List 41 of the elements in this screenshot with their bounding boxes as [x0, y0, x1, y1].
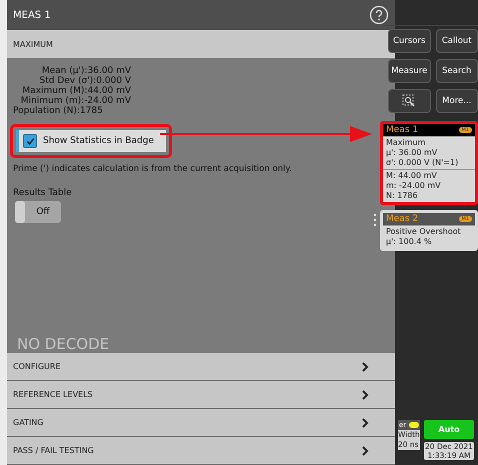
badge-value: Maximum [386, 138, 426, 148]
section-row[interactable]: CONFIGURE [7, 353, 395, 381]
toolbar-button[interactable]: Search [436, 59, 478, 83]
chevron-icon [361, 418, 369, 428]
badge-value: N: 1786 [386, 191, 419, 201]
statistic-text: Minimum (m):-24.00 mV [20, 96, 131, 106]
section-row[interactable]: GATING [7, 409, 395, 437]
zoom-button[interactable] [388, 89, 430, 113]
statistic-text: Std Dev (σ'):0.000 V [38, 76, 131, 86]
checkbox-icon[interactable] [23, 134, 37, 148]
chevron-icon [361, 362, 369, 372]
section-row[interactable]: PASS / FAIL TESTING [7, 437, 395, 465]
badge-title: Meas 2 [386, 214, 418, 224]
badge-value: µ': 36.00 mV [386, 148, 438, 158]
results-table-label: Results Table [13, 188, 72, 198]
trigger-source-tag [409, 422, 419, 428]
results-table-toggle[interactable]: Off [15, 201, 61, 223]
panel-title: MEAS 1 [13, 10, 51, 20]
badge-value: Positive Overshoot [386, 227, 462, 237]
badge-value: M: 44.00 mV [386, 171, 438, 181]
measurement-type-row[interactable]: MAXIMUM [7, 30, 395, 58]
zoom-icon [402, 94, 416, 108]
decode-text: NO DECODE [17, 335, 110, 353]
prime-note-text: Prime (') indicates calculation is from the current acquisition only. [13, 164, 292, 174]
badge-value: m: -24.00 mV [386, 181, 442, 191]
population-text: Population (N):1785 [13, 106, 103, 116]
badge-value: σ': 0.000 V (N'=1) [386, 158, 460, 168]
badge-title: Meas 1 [386, 125, 418, 135]
badge-value: µ': 100.4 % [386, 237, 433, 247]
chevron-icon [361, 390, 369, 400]
statistic-text: Maximum (M):44.00 mV [21, 86, 131, 96]
chevron-icon [361, 446, 369, 456]
show-statistics-checkbox[interactable]: Show Statistics in Badge [16, 130, 166, 152]
help-icon[interactable] [369, 5, 389, 25]
toolbar-button[interactable]: Callout [436, 29, 478, 53]
toolbar-button[interactable]: Measure [388, 59, 430, 83]
drag-handle-icon[interactable] [373, 213, 377, 227]
statistic-text: Mean (µ'):36.00 mV [40, 66, 131, 76]
section-row[interactable]: REFERENCE LEVELS [7, 381, 395, 409]
toolbar-button[interactable]: More... [436, 89, 478, 113]
toolbar-button[interactable]: Cursors [388, 29, 430, 53]
